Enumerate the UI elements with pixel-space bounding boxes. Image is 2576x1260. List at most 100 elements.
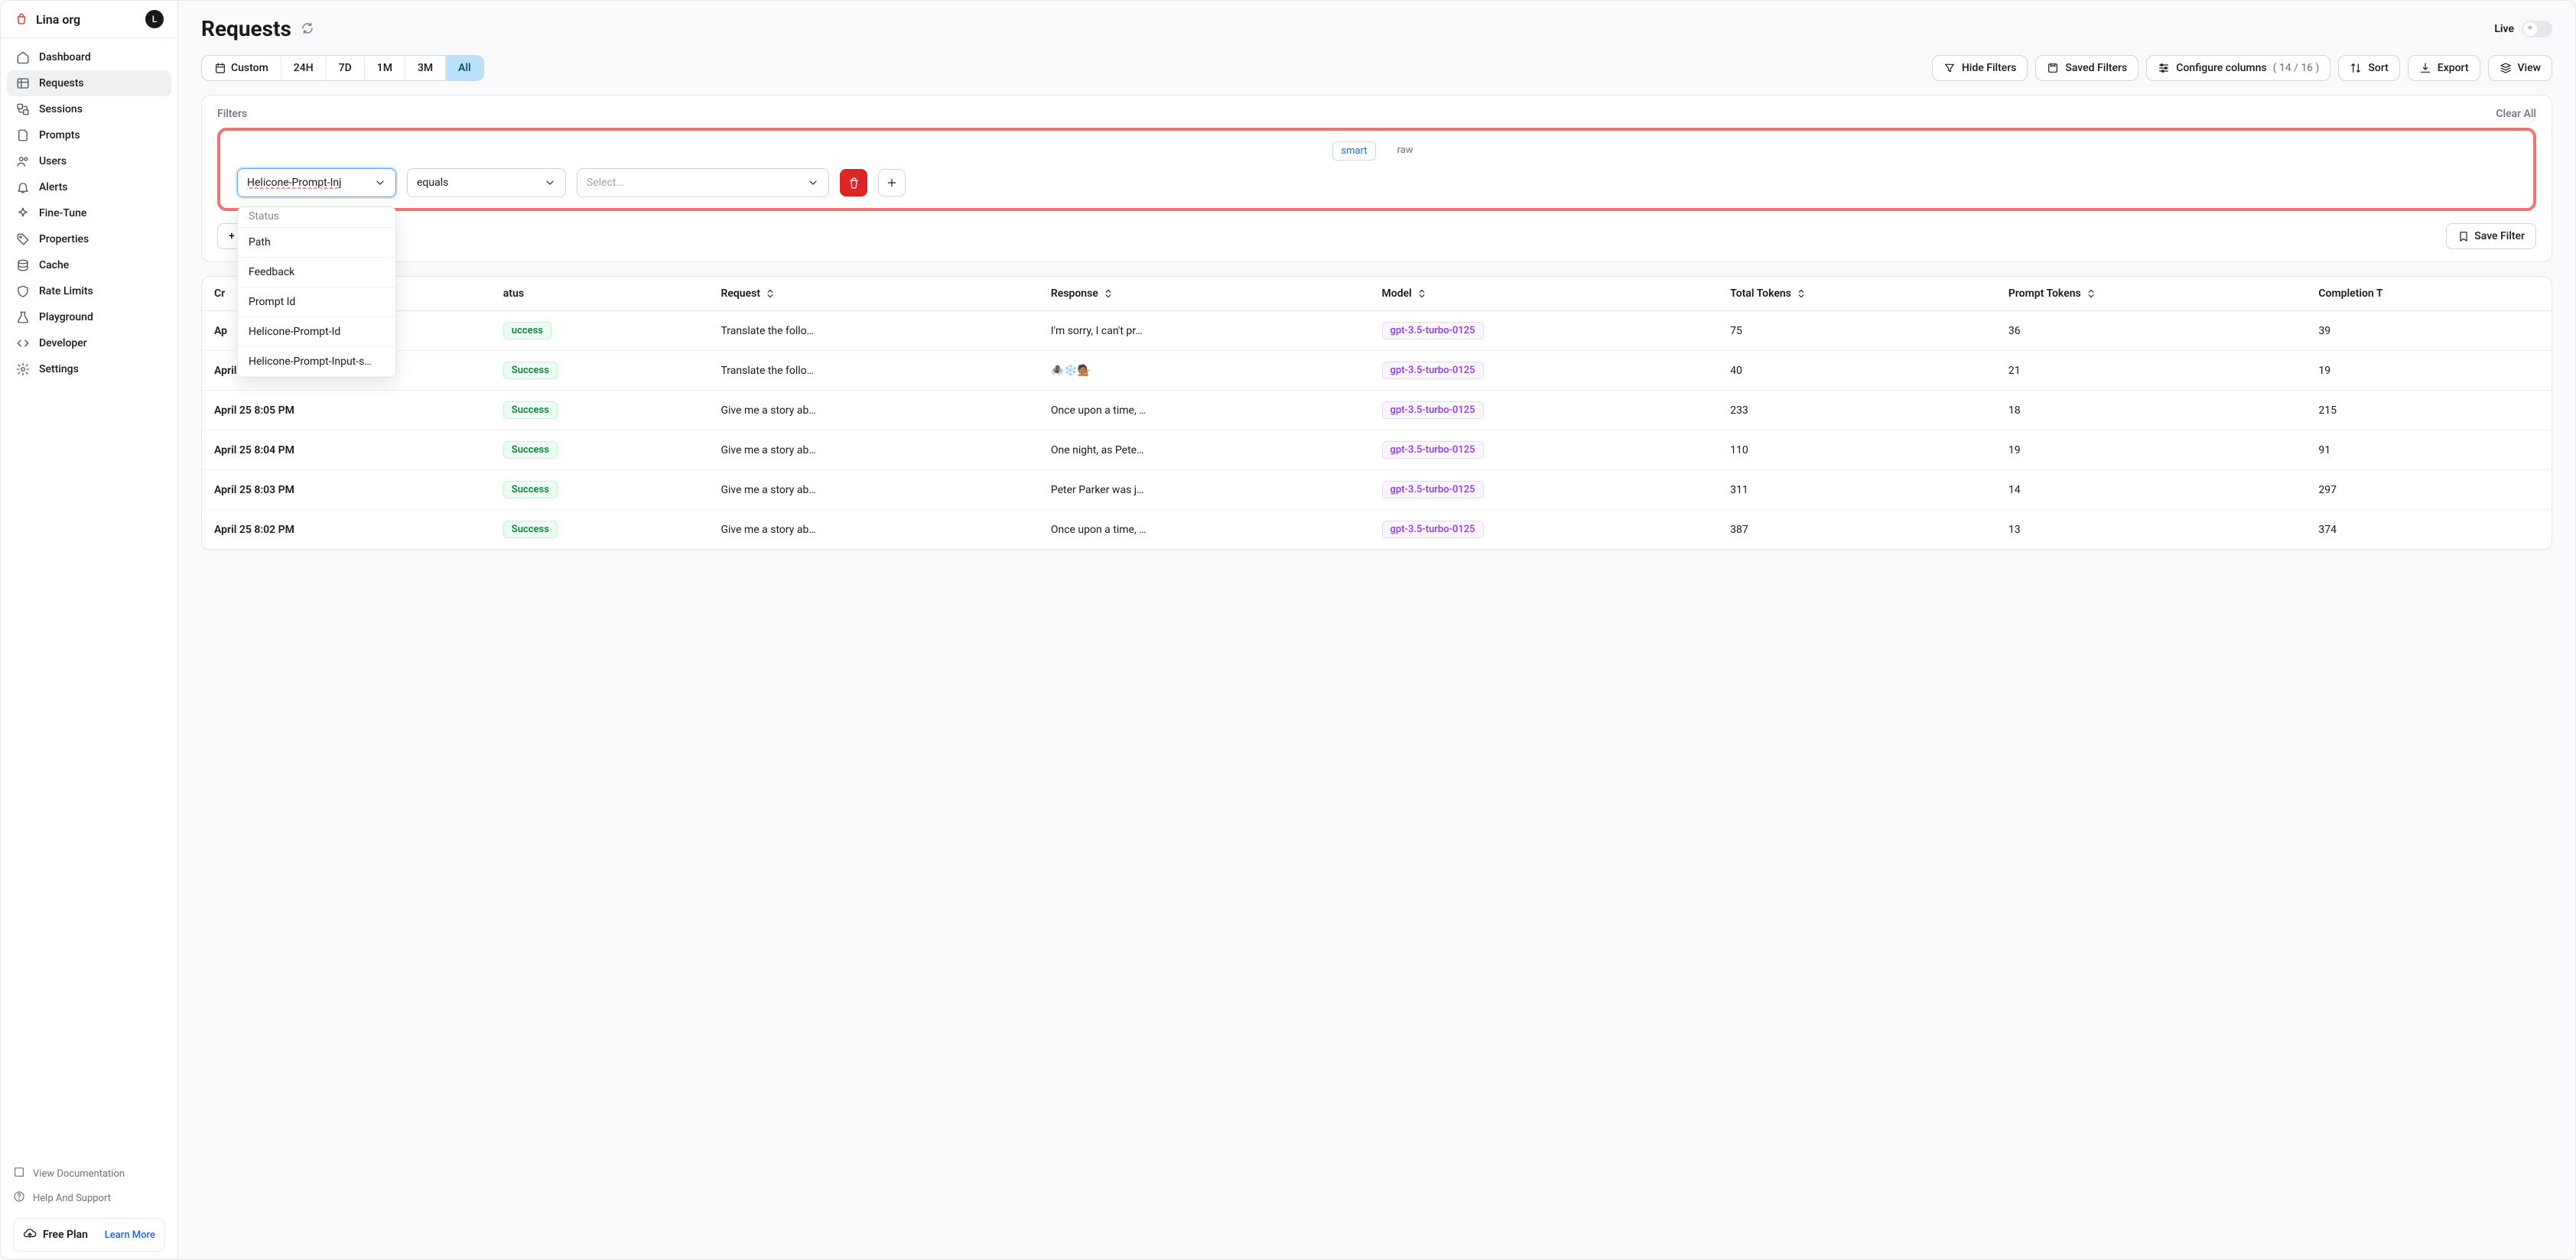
mode-raw[interactable]: raw [1390, 141, 1421, 161]
configure-columns-button[interactable]: Configure columns ( 14 / 16 ) [2146, 55, 2330, 81]
sidebar-item-requests[interactable]: Requests [7, 70, 171, 96]
sidebar-item-properties[interactable]: Properties [7, 226, 171, 252]
sidebar-item-ratelimits[interactable]: Rate Limits [7, 278, 171, 304]
time-24h[interactable]: 24H [281, 56, 327, 80]
cell-prompt-tokens: 19 [1996, 430, 2307, 470]
sidebar-item-label: Sessions [39, 103, 83, 115]
sidebar-item-playground[interactable]: Playground [7, 304, 171, 330]
cell-total-tokens: 311 [1718, 470, 1996, 510]
filter-mode: smart raw [231, 141, 2522, 161]
cell-response: I'm sorry, I can't pr… [1039, 311, 1370, 351]
time-range-segment: Custom 24H 7D 1M 3M All [201, 55, 484, 81]
time-7d[interactable]: 7D [327, 56, 365, 80]
dropdown-item[interactable]: Helicone-Prompt-Input-s… [238, 347, 395, 377]
help-link[interactable]: Help And Support [13, 1186, 165, 1210]
sort-icon[interactable] [1103, 288, 1114, 299]
table-row[interactable]: April 26 5:17 PM Success Translate the f… [202, 351, 2552, 391]
clear-all-button[interactable]: Clear All [2496, 108, 2536, 120]
sidebar-item-cache[interactable]: Cache [7, 252, 171, 278]
sidebar-item-prompts[interactable]: Prompts [7, 122, 171, 148]
sidebar-item-label: Developer [39, 337, 87, 349]
col-total-tokens: Total Tokens [1718, 277, 1996, 311]
sort-icon[interactable] [765, 288, 776, 299]
chevron-down-icon [544, 177, 556, 189]
time-3m[interactable]: 3M [405, 56, 446, 80]
cell-response: One night, as Pete… [1039, 430, 1370, 470]
sidebar-item-label: Dashboard [39, 51, 91, 63]
filters-card: Filters Clear All smart raw Helicone-Pro… [201, 95, 2552, 262]
table-row[interactable]: April 25 8:04 PM Success Give me a story… [202, 430, 2552, 470]
sidebar-item-users[interactable]: Users [7, 148, 171, 174]
sort-button[interactable]: Sort [2338, 55, 2399, 81]
sort-icon[interactable] [1796, 288, 1807, 299]
filter-operator[interactable]: equals [407, 168, 566, 197]
avatar[interactable]: L [145, 10, 164, 28]
dropdown-item[interactable]: Path [238, 228, 395, 258]
dropdown-item[interactable]: Status [238, 207, 395, 228]
sort-icon[interactable] [2086, 288, 2096, 299]
live-toggle[interactable]: Live [2494, 21, 2552, 37]
cell-request: Translate the follo… [708, 311, 1038, 351]
add-condition-button[interactable] [878, 169, 906, 196]
table-row[interactable]: April 25 8:05 PM Success Give me a story… [202, 391, 2552, 430]
time-1m[interactable]: 1M [365, 56, 405, 80]
table-row[interactable]: April 25 8:02 PM Success Give me a story… [202, 510, 2552, 550]
cell-completion-tokens: 297 [2306, 470, 2552, 510]
sidebar-item-settings[interactable]: Settings [7, 356, 171, 382]
saved-filters-button[interactable]: Saved Filters [2035, 55, 2139, 81]
page-title: Requests [201, 16, 291, 41]
cell-model: gpt-3.5-turbo-0125 [1370, 470, 1719, 510]
table-row[interactable]: Ap uccess Translate the follo… I'm sorry… [202, 311, 2552, 351]
cell-status: uccess [491, 311, 709, 351]
sort-icon[interactable] [1416, 288, 1427, 299]
chevron-down-icon [374, 177, 386, 189]
org-switcher[interactable]: Lina org L [1, 1, 177, 38]
sidebar-item-finetune[interactable]: Fine-Tune [7, 200, 171, 226]
cell-response: 🕷️❄️💁🏽 [1039, 351, 1370, 391]
sidebar-item-label: Prompts [39, 129, 80, 141]
time-custom[interactable]: Custom [202, 56, 281, 80]
dropdown-item[interactable]: Helicone-Prompt-Id [238, 317, 395, 347]
filter-field[interactable]: Helicone-Prompt-Inj Status Path Feedback… [237, 168, 396, 197]
cell-total-tokens: 110 [1718, 430, 1996, 470]
delete-filter-button[interactable] [840, 169, 867, 196]
mode-smart[interactable]: smart [1332, 141, 1375, 161]
table-row[interactable]: April 25 8:03 PM Success Give me a story… [202, 470, 2552, 510]
filter-op-value: equals [417, 177, 448, 189]
dropdown-item[interactable]: Feedback [238, 258, 395, 287]
sparkle-icon [16, 206, 30, 220]
cell-request: Give me a story ab… [708, 391, 1038, 430]
home-icon [16, 50, 30, 64]
cell-created: April 25 8:02 PM [202, 510, 491, 550]
save-filter-button[interactable]: Save Filter [2446, 223, 2536, 249]
sidebar-item-label: Properties [39, 233, 89, 245]
export-button[interactable]: Export [2408, 55, 2480, 81]
cell-model: gpt-3.5-turbo-0125 [1370, 311, 1719, 351]
learn-more-link[interactable]: Learn More [105, 1229, 155, 1241]
cell-completion-tokens: 374 [2306, 510, 2552, 550]
cell-prompt-tokens: 21 [1996, 351, 2307, 391]
dropdown-item[interactable]: Prompt Id [238, 287, 395, 317]
col-model: Model [1370, 277, 1719, 311]
toggle-track[interactable] [2522, 21, 2552, 37]
hide-filters-button[interactable]: Hide Filters [1932, 55, 2028, 81]
columns-count: ( 14 / 16 ) [2273, 62, 2320, 74]
filters-label: Filters [217, 108, 247, 120]
shield-icon [16, 284, 30, 298]
filter-value[interactable]: Select... [577, 168, 829, 197]
sidebar-item-dashboard[interactable]: Dashboard [7, 44, 171, 70]
filter-row: Helicone-Prompt-Inj Status Path Feedback… [231, 168, 2522, 197]
view-button[interactable]: View [2488, 55, 2553, 81]
sessions-icon [16, 102, 30, 116]
cell-response: Peter Parker was j… [1039, 470, 1370, 510]
view-docs-link[interactable]: View Documentation [13, 1161, 165, 1186]
sidebar-item-label: Alerts [39, 181, 68, 193]
sidebar-item-sessions[interactable]: Sessions [7, 96, 171, 122]
sidebar-item-developer[interactable]: Developer [7, 330, 171, 356]
time-all[interactable]: All [446, 56, 483, 80]
refresh-button[interactable] [301, 21, 316, 37]
plan-box[interactable]: Free Plan Learn More [13, 1218, 165, 1252]
col-completion-tokens: Completion T [2306, 277, 2552, 311]
sidebar-item-alerts[interactable]: Alerts [7, 174, 171, 200]
cell-total-tokens: 387 [1718, 510, 1996, 550]
